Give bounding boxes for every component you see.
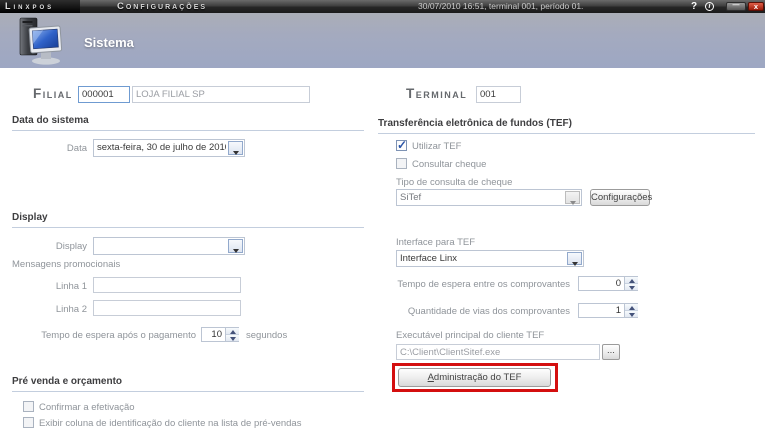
- tempo-espera-pagamento-value: 10: [211, 329, 222, 340]
- filial-label: Filial: [33, 86, 73, 101]
- consultar-cheque-label: Consultar cheque: [412, 159, 487, 170]
- page-header: Sistema: [0, 13, 765, 68]
- spinner-down-icon[interactable]: [226, 334, 239, 341]
- tipo-consulta-cheque-label: Tipo de consulta de cheque: [396, 177, 513, 188]
- window-title: Configurações: [117, 1, 208, 12]
- chevron-down-icon[interactable]: [567, 252, 582, 265]
- section-display: Display: [12, 212, 364, 228]
- mensagens-promocionais-label: Mensagens promocionais: [12, 259, 121, 270]
- spinner-down-icon[interactable]: [625, 283, 638, 290]
- terminal-input[interactable]: [476, 86, 521, 103]
- info-icon[interactable]: i: [705, 2, 714, 11]
- close-button[interactable]: x: [748, 2, 764, 11]
- linha2-label: Linha 2: [55, 304, 87, 315]
- display-combobox[interactable]: [93, 237, 245, 255]
- executavel-cliente-tef-input[interactable]: [396, 344, 600, 360]
- minimize-button[interactable]: —: [726, 2, 746, 11]
- chevron-down-icon[interactable]: [228, 141, 243, 155]
- section-data-do-sistema: Data do sistema: [12, 115, 364, 131]
- titlebar: Linxpos Configurações 30/07/2010 16:51, …: [0, 0, 765, 13]
- tempo-entre-comprovantes-value: 0: [615, 278, 621, 289]
- utilizar-tef-checkbox[interactable]: [396, 138, 407, 152]
- app-logo: Linxpos: [0, 0, 80, 13]
- consultar-cheque-checkbox[interactable]: [396, 158, 407, 169]
- page-title: Sistema: [84, 35, 134, 50]
- configuracoes-window: Linxpos Configurações 30/07/2010 16:51, …: [0, 0, 765, 437]
- chevron-down-icon[interactable]: [565, 191, 580, 204]
- quantidade-vias-value: 1: [615, 305, 621, 316]
- tempo-espera-pagamento-label: Tempo de espera após o pagamento: [41, 330, 196, 341]
- help-icon[interactable]: ?: [688, 0, 700, 13]
- configuracoes-button[interactable]: Configurações: [590, 189, 652, 206]
- tempo-entre-comprovantes-label: Tempo de espera entre os comprovantes: [397, 279, 570, 290]
- tipo-consulta-cheque-combobox[interactable]: SiTef: [396, 189, 582, 206]
- quantidade-vias-stepper[interactable]: 1: [578, 303, 638, 318]
- utilizar-tef-label: Utilizar TEF: [412, 141, 462, 152]
- filial-name-input[interactable]: [132, 86, 310, 103]
- terminal-label: Terminal: [406, 86, 468, 101]
- linha1-label: Linha 1: [55, 281, 87, 292]
- administracao-tef-button[interactable]: Administração do TEF: [398, 368, 551, 387]
- interface-tef-combobox[interactable]: Interface Linx: [396, 250, 584, 267]
- browse-button[interactable]: ...: [602, 344, 620, 360]
- linha1-input[interactable]: [93, 277, 241, 293]
- interface-tef-value: Interface Linx: [400, 253, 458, 264]
- filial-code-input[interactable]: [78, 86, 130, 103]
- linha2-input[interactable]: [93, 300, 241, 316]
- computer-icon: [14, 17, 68, 70]
- titlebar-status: 30/07/2010 16:51, terminal 001, período …: [418, 1, 584, 11]
- confirmar-efetivacao-label: Confirmar a efetivação: [39, 402, 135, 413]
- quantidade-vias-label: Quantidade de vias dos comprovantes: [407, 306, 570, 317]
- data-label: Data: [66, 143, 87, 154]
- tempo-entre-comprovantes-stepper[interactable]: 0: [578, 276, 638, 291]
- display-value: [97, 238, 226, 254]
- chevron-down-icon[interactable]: [228, 239, 243, 253]
- interface-tef-label: Interface para TEF: [396, 237, 476, 248]
- tempo-espera-pagamento-stepper[interactable]: 10: [201, 327, 239, 342]
- section-tef: Transferência eletrônica de fundos (TEF): [378, 118, 755, 134]
- confirmar-efetivacao-checkbox[interactable]: [23, 401, 34, 412]
- spinner-down-icon[interactable]: [625, 310, 638, 317]
- exibir-coluna-checkbox[interactable]: [23, 417, 34, 428]
- display-label: Display: [55, 241, 87, 252]
- executavel-cliente-tef-label: Executável principal do cliente TEF: [396, 330, 545, 341]
- system-date-combobox[interactable]: sexta-feira, 30 de julho de 2010: [93, 139, 245, 157]
- system-date-value: sexta-feira, 30 de julho de 2010: [97, 142, 226, 153]
- segundos-label: segundos: [246, 330, 288, 341]
- tipo-consulta-cheque-value: SiTef: [400, 192, 422, 203]
- section-pre-venda: Pré venda e orçamento: [12, 376, 364, 392]
- exibir-coluna-label: Exibir coluna de identificação do client…: [39, 418, 302, 429]
